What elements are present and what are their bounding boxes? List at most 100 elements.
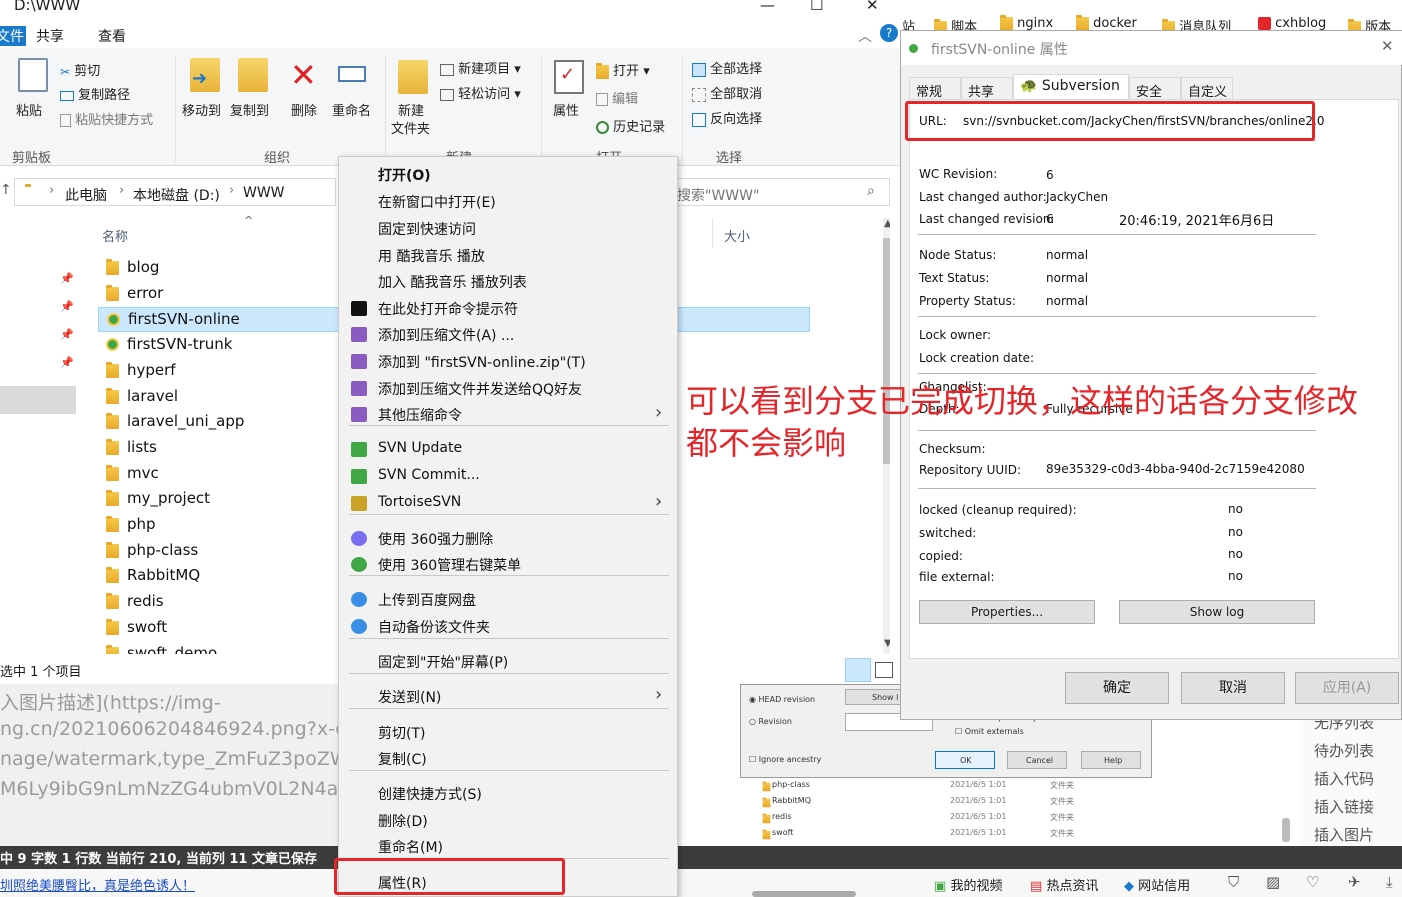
paste-shortcut-button[interactable]: 粘贴快捷方式 <box>60 109 153 128</box>
easy-access-button[interactable]: 轻松访问 ▾ <box>440 83 521 102</box>
markdown-editor[interactable]: 入图片描述](https://img- ng.cn/20210606204846… <box>0 684 338 846</box>
context-menu-item[interactable]: 自动备份该文件夹 <box>339 613 677 639</box>
context-menu-item[interactable]: 添加到压缩文件(A) ... <box>339 321 677 347</box>
context-menu-item[interactable]: 在此处打开命令提示符 <box>339 295 677 321</box>
collapse-ribbon-icon[interactable]: ︿ <box>858 26 872 46</box>
delete-button[interactable]: 删除 <box>291 100 317 119</box>
minimize-button[interactable]: — <box>760 0 775 14</box>
move-to-icon[interactable]: ➜ <box>190 58 220 92</box>
svn-properties-button[interactable]: Properties... <box>919 600 1095 624</box>
heart-icon[interactable]: ♡ <box>1306 873 1319 891</box>
context-menu-item[interactable]: TortoiseSVN › <box>339 490 677 516</box>
rename-button[interactable]: 重命名 <box>332 100 371 119</box>
context-menu-item[interactable]: 添加到压缩文件并发送给QQ好友 <box>339 375 677 401</box>
cut-button[interactable]: ✂ 剪切 <box>60 60 100 79</box>
scroll-up-icon[interactable]: ▲ <box>884 218 890 229</box>
insert-image[interactable]: 插入图片 <box>1314 824 1374 845</box>
large-icons-view-icon[interactable] <box>875 662 893 678</box>
scroll-down-icon[interactable]: ▼ <box>884 638 890 649</box>
breadcrumb-this-pc[interactable]: 此电脑 <box>65 185 107 205</box>
insert-code[interactable]: 插入代码 <box>1314 768 1374 789</box>
context-menu-item[interactable]: 复制(C) <box>339 745 677 771</box>
context-menu-item[interactable]: 使用 360强力删除 <box>339 525 677 551</box>
hot-news-button[interactable]: ▤ 热点资讯 <box>1030 875 1098 894</box>
context-menu-item[interactable]: 剪切(T) <box>339 719 677 745</box>
cancel-button[interactable]: 取消 <box>1181 672 1285 704</box>
delete-icon[interactable]: ✕ <box>290 56 317 94</box>
new-item-button[interactable]: 新建项目 ▾ <box>440 58 521 77</box>
context-menu-item[interactable]: 使用 360管理右键菜单 <box>339 551 677 577</box>
bookmark[interactable]: cxhblog <box>1258 16 1326 31</box>
tab-view[interactable]: 查看 <box>98 26 126 46</box>
nav-selected-item[interactable] <box>0 386 76 414</box>
copy-path-button[interactable]: 复制路径 <box>60 84 130 103</box>
context-menu-item[interactable]: 加入 酷我音乐 播放列表 <box>339 268 677 294</box>
bookmark[interactable]: nginx <box>1000 14 1053 31</box>
insert-link[interactable]: 插入链接 <box>1314 796 1374 817</box>
context-menu-item[interactable]: 用 酷我音乐 播放 <box>339 242 677 268</box>
new-folder-button[interactable]: 新建 <box>398 100 424 119</box>
copy-to-button[interactable]: 复制到 <box>230 100 269 119</box>
open-button[interactable]: 打开 ▾ <box>596 60 650 79</box>
scrollbar[interactable] <box>752 891 856 897</box>
new-folder-icon[interactable] <box>398 60 428 94</box>
dialog-close-icon[interactable]: ✕ <box>1381 37 1394 55</box>
paste-icon[interactable] <box>18 58 48 92</box>
context-menu-item[interactable]: SVN Commit... <box>339 463 677 489</box>
search-input[interactable]: 搜索"WWW" ⌕ <box>676 178 890 206</box>
edit-button[interactable]: 编辑 <box>596 88 638 107</box>
context-menu-item[interactable]: 重命名(M) <box>339 833 677 859</box>
context-menu-item[interactable]: 添加到 "firstSVN-online.zip"(T) <box>339 348 677 374</box>
context-menu-item[interactable]: 在新窗口中打开(E) <box>339 188 677 214</box>
context-menu-item[interactable]: 打开(O) <box>339 161 677 187</box>
history-button[interactable]: 历史记录 <box>596 116 665 135</box>
tab-subversion[interactable]: 🐢 Subversion <box>1013 74 1129 100</box>
breadcrumb-www[interactable]: WWW <box>243 185 285 201</box>
invert-selection-button[interactable]: 反向选择 <box>692 108 762 127</box>
tab-general[interactable]: 常规 <box>909 77 961 100</box>
context-menu-item[interactable]: 其他压缩命令 › <box>339 401 677 427</box>
maximize-button[interactable]: ☐ <box>810 0 823 14</box>
details-view-icon[interactable] <box>845 658 871 682</box>
help-icon[interactable]: ? <box>880 24 898 42</box>
breadcrumb-drive-d[interactable]: 本地磁盘 (D:) <box>133 185 220 205</box>
ok-button[interactable]: 确定 <box>1065 672 1169 704</box>
apply-button[interactable]: 应用(A) <box>1295 672 1399 704</box>
properties-button[interactable]: 属性 <box>553 100 579 119</box>
show-log-button[interactable]: Show log <box>1119 600 1315 624</box>
shield-icon[interactable]: ⛉ <box>1228 873 1239 891</box>
select-all-button[interactable]: 全部选择 <box>692 58 762 77</box>
download-icon[interactable]: ⤓ <box>1386 873 1393 891</box>
site-credit-button[interactable]: ◆ 网站信用 <box>1124 875 1190 894</box>
file-row[interactable]: php-class 2021/6/5 1:01 文件夹 <box>760 778 1100 794</box>
column-header-name[interactable]: 名称 <box>102 226 128 245</box>
file-row[interactable]: redis 2021/6/5 1:01 文件夹 <box>760 810 1100 826</box>
select-none-button[interactable]: 全部取消 <box>692 83 762 102</box>
move-to-button[interactable]: 移动到 <box>182 100 221 119</box>
context-menu-item[interactable]: SVN Update <box>339 436 677 462</box>
tab-file[interactable]: 文件 <box>0 26 26 46</box>
address-bar[interactable]: › 此电脑 › 本地磁盘 (D:) › WWW <box>14 178 336 206</box>
paste-button[interactable]: 粘贴 <box>16 100 42 119</box>
tab-custom[interactable]: 自定义 <box>1181 77 1233 100</box>
context-menu-item[interactable]: 删除(D) <box>339 807 677 833</box>
rename-icon[interactable] <box>338 66 366 82</box>
up-arrow-icon[interactable]: ↑ <box>0 182 12 198</box>
tab-sharing[interactable]: 共享 <box>961 77 1013 100</box>
context-menu-item[interactable]: 上传到百度网盘 <box>339 586 677 612</box>
context-menu-item[interactable]: 固定到快速访问 <box>339 215 677 241</box>
file-row[interactable]: RabbitMQ 2021/6/5 1:01 文件夹 <box>760 794 1100 810</box>
bookmark[interactable]: docker <box>1076 14 1137 31</box>
insert-todo-list[interactable]: 待办列表 <box>1314 740 1374 761</box>
tab-security[interactable]: 安全 <box>1129 77 1181 100</box>
copy-to-icon[interactable] <box>238 58 268 92</box>
properties-icon[interactable]: ✓ <box>554 60 584 94</box>
image-icon[interactable]: ▨ <box>1266 873 1280 891</box>
context-menu-item[interactable]: 发送到(N) › <box>339 683 677 709</box>
column-header-size[interactable]: 大小 <box>724 226 750 245</box>
context-menu-item[interactable]: 固定到"开始"屏幕(P) <box>339 648 677 674</box>
context-menu-item[interactable]: 创建快捷方式(S) <box>339 780 677 806</box>
footer-link[interactable]: 圳照绝美腰臀比，真是绝色诱人！ <box>0 875 195 894</box>
my-video-button[interactable]: ▣ 我的视频 <box>934 875 1002 894</box>
file-row[interactable]: swoft 2021/6/5 1:01 文件夹 <box>760 826 1100 842</box>
